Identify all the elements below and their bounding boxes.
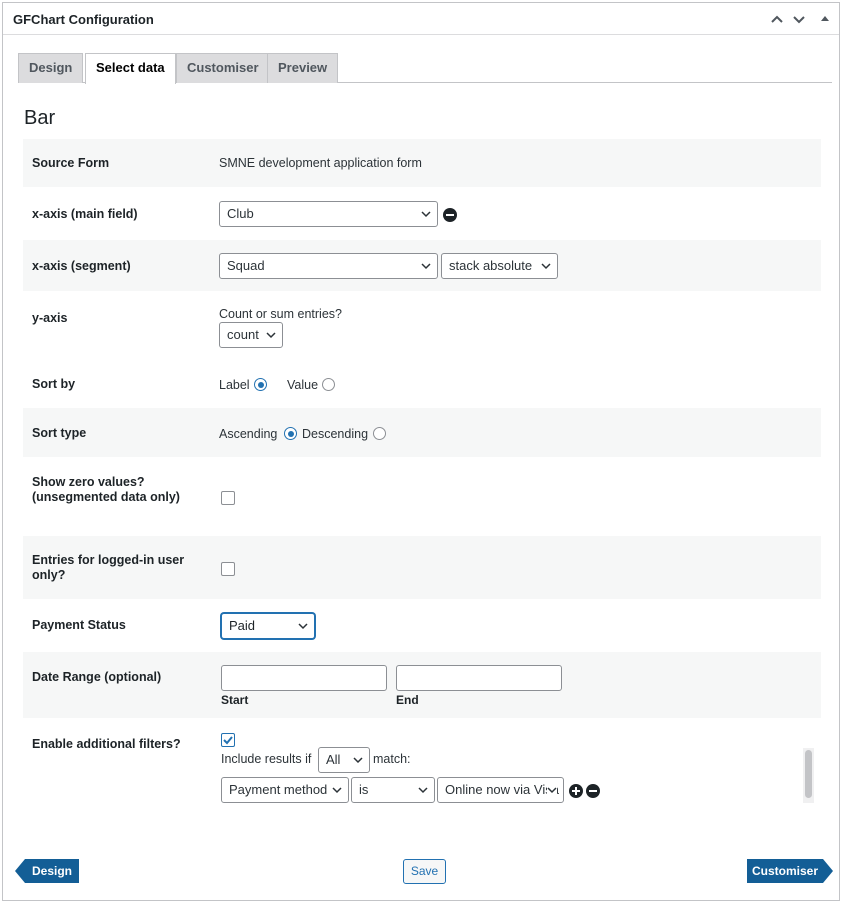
segment-mode-select[interactable]: stack absolute [441, 253, 558, 279]
tab-preview[interactable]: Preview [267, 53, 339, 83]
x-axis-main-label: x-axis (main field) [32, 207, 138, 221]
sort-by-label: Sort by [32, 377, 76, 391]
row-y-axis: y-axis Count or sum entries? count [23, 291, 821, 358]
row-sort-type: Sort type Ascending Descending [23, 408, 821, 457]
payment-status-select[interactable]: Paid [221, 613, 315, 639]
source-form-value: SMNE development application form [219, 156, 422, 170]
row-payment-status: Payment Status Paid [23, 599, 821, 652]
remove-filter-icon[interactable] [586, 784, 600, 798]
chevron-down-icon [541, 263, 551, 270]
filter-field-select[interactable]: Payment method [221, 777, 349, 803]
row-source-form: Source Form SMNE development application… [23, 139, 821, 187]
tab-customiser[interactable]: Customiser [176, 53, 270, 83]
match-value: All [326, 752, 341, 767]
include-suffix: match: [373, 752, 411, 766]
sort-by-option-label: Label [219, 378, 250, 392]
sort-ascending-radio[interactable] [284, 427, 297, 440]
x-axis-segment-value: Squad [227, 258, 265, 273]
gfchart-config-panel: GFChart Configuration Design Select data… [2, 2, 840, 901]
save-button[interactable]: Save [403, 859, 446, 884]
chevron-down-icon[interactable] [789, 9, 809, 29]
y-axis-label: y-axis [32, 311, 68, 325]
chevron-down-icon [332, 786, 342, 794]
filters-checkbox[interactable] [221, 733, 235, 747]
include-prefix: Include results if [221, 752, 312, 766]
sort-descending-radio[interactable] [373, 427, 386, 440]
chevron-down-icon [421, 263, 431, 270]
checkmark-icon [223, 736, 233, 745]
sort-by-label-radio[interactable] [254, 378, 267, 391]
match-select[interactable]: All [318, 747, 370, 773]
tab-select-data[interactable]: Select data [85, 53, 176, 84]
chart-type-heading: Bar [24, 107, 56, 129]
tab-bar: Design Select data Customiser Preview [18, 53, 832, 84]
sort-type-option-ascending: Ascending [219, 427, 278, 441]
y-axis-value: count [227, 327, 259, 342]
prev-design-button[interactable]: Design [15, 859, 79, 883]
chevron-down-icon [266, 332, 276, 339]
chevron-down-icon [353, 757, 363, 764]
filter-operator-value: is [359, 782, 369, 797]
row-sort-by: Sort by Label Value [23, 358, 821, 408]
sort-by-option-value: Value [287, 378, 319, 392]
payment-status-label: Payment Status [32, 618, 126, 632]
row-date-range: Date Range (optional) Start End [23, 652, 821, 718]
row-additional-filters: Enable additional filters? Include resul… [23, 718, 821, 806]
add-filter-icon[interactable] [569, 784, 583, 798]
filter-operator-select[interactable]: is [351, 777, 435, 803]
x-axis-main-select[interactable]: Club [219, 201, 438, 227]
y-axis-select[interactable]: count [219, 322, 283, 348]
row-x-axis-segment: x-axis (segment) Squad stack absolute [23, 240, 821, 291]
chevron-down-icon [418, 787, 428, 794]
show-zero-checkbox[interactable] [221, 491, 235, 505]
filter-value-value: Online now via Visa [445, 782, 559, 797]
filter-value-select[interactable]: Online now via Visa [437, 777, 564, 803]
filter-field-value: Payment method [229, 782, 328, 797]
chevron-up-icon[interactable] [767, 9, 787, 29]
row-logged-in: Entries for logged-in user only? [23, 536, 821, 599]
logged-in-checkbox[interactable] [221, 562, 235, 576]
row-show-zero: Show zero values? (unsegmented data only… [23, 457, 821, 536]
chevron-down-icon [298, 623, 308, 630]
filters-scrollbar[interactable] [803, 748, 814, 803]
x-axis-main-value: Club [227, 206, 254, 221]
chevron-down-icon [421, 211, 431, 218]
panel-title: GFChart Configuration [13, 12, 154, 27]
sort-type-label: Sort type [32, 426, 87, 440]
sort-by-value-radio[interactable] [322, 378, 335, 391]
date-start-label: Start [221, 693, 249, 707]
triangle-up-icon[interactable] [815, 9, 835, 29]
filters-label: Enable additional filters? [32, 737, 181, 751]
source-form-label: Source Form [32, 156, 110, 170]
date-end-label: End [396, 693, 419, 707]
show-zero-label: Show zero values? (unsegmented data only… [32, 475, 180, 504]
logged-in-label: Entries for logged-in user only? [32, 553, 185, 582]
next-customiser-button[interactable]: Customiser [747, 859, 833, 883]
panel-header: GFChart Configuration [3, 3, 839, 35]
x-axis-segment-select[interactable]: Squad [219, 253, 438, 279]
x-axis-segment-label: x-axis (segment) [32, 259, 131, 273]
row-x-axis-main: x-axis (main field) Club [23, 187, 821, 240]
tab-design[interactable]: Design [18, 53, 84, 83]
date-start-input[interactable] [221, 665, 387, 691]
y-axis-hint: Count or sum entries? [219, 307, 342, 321]
payment-status-value: Paid [229, 618, 256, 633]
scrollbar-thumb[interactable] [805, 750, 812, 798]
date-end-input[interactable] [396, 665, 562, 691]
date-range-label: Date Range (optional) [32, 670, 162, 684]
chevron-down-icon [547, 786, 557, 794]
sort-type-option-descending: Descending [302, 427, 369, 441]
segment-mode-value: stack absolute [449, 258, 533, 273]
remove-x-axis-icon[interactable] [443, 208, 457, 222]
